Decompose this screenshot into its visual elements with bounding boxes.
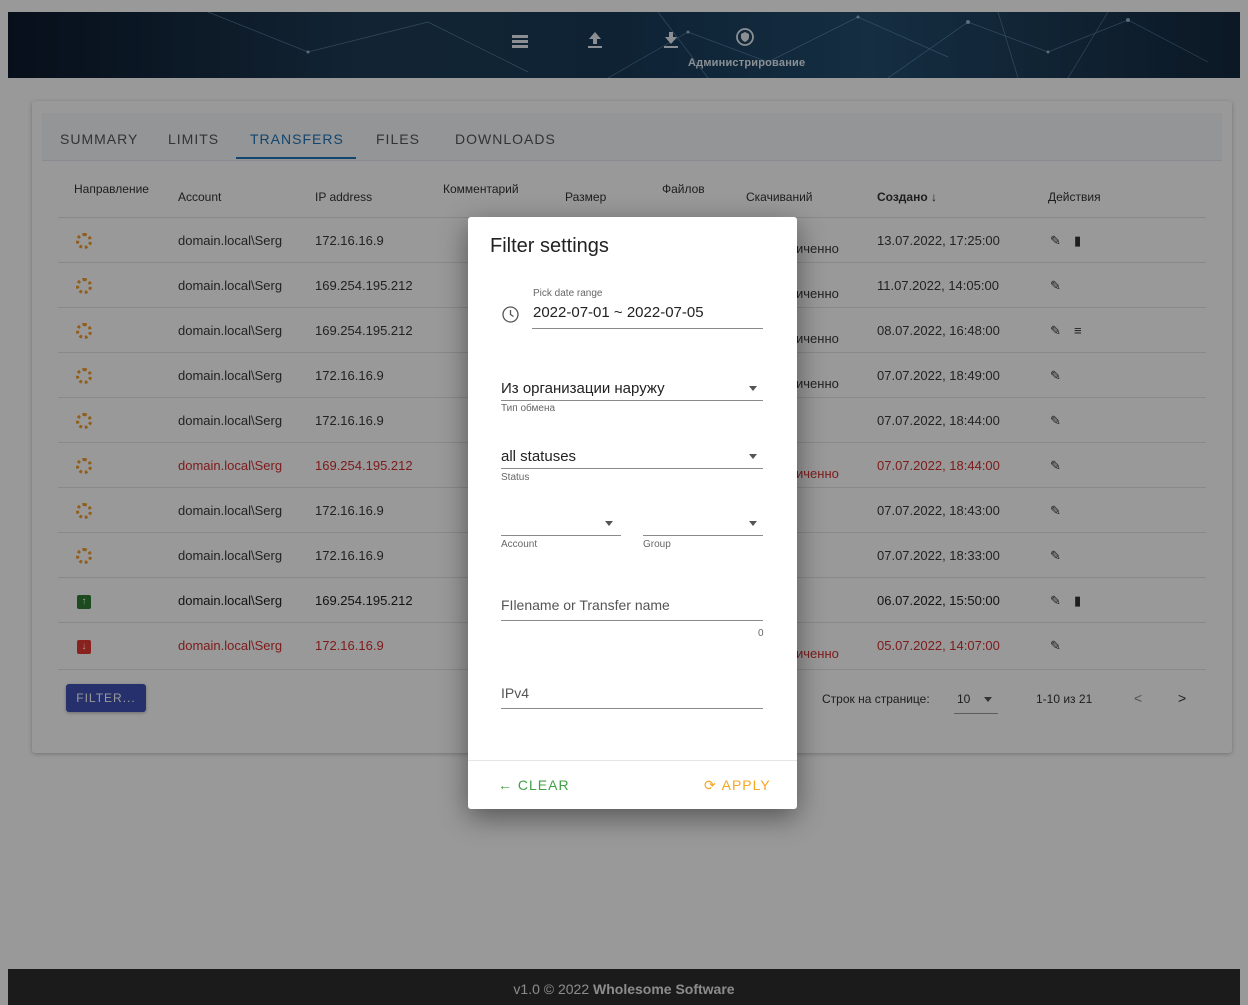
exchange-type-select[interactable]: Из организации наружу xyxy=(501,380,665,397)
group-label: Group xyxy=(643,539,671,550)
exchange-type-dropdown-icon[interactable] xyxy=(749,386,757,391)
filename-char-counter: 0 xyxy=(758,628,764,639)
status-label: Status xyxy=(501,472,530,483)
status-dropdown-icon[interactable] xyxy=(749,454,757,459)
account-dropdown-icon[interactable] xyxy=(605,521,613,526)
exchange-type-underline xyxy=(501,400,763,401)
account-select[interactable] xyxy=(501,535,621,536)
date-range-underline xyxy=(532,328,763,329)
group-select[interactable] xyxy=(643,535,763,536)
exchange-type-label: Тип обмена xyxy=(501,403,556,414)
clear-button[interactable]: ← CLEAR xyxy=(498,777,570,793)
status-select[interactable]: all statuses xyxy=(501,448,576,465)
dialog-actions-divider xyxy=(468,760,797,761)
filename-underline xyxy=(501,620,763,621)
status-underline xyxy=(501,468,763,469)
apply-label: APPLY xyxy=(721,777,771,793)
clock-icon xyxy=(502,306,519,328)
refresh-icon: ⟳ xyxy=(704,777,722,793)
date-range-label: Pick date range xyxy=(533,288,603,299)
group-dropdown-icon[interactable] xyxy=(749,521,757,526)
clear-label: CLEAR xyxy=(517,777,570,793)
apply-button[interactable]: ⟳ APPLY xyxy=(704,777,771,794)
ipv4-underline xyxy=(501,708,763,709)
dialog-title: Filter settings xyxy=(490,235,609,257)
date-range-input[interactable]: 2022-07-01 ~ 2022-07-05 xyxy=(533,304,704,321)
ipv4-input[interactable]: IPv4 xyxy=(501,685,529,701)
account-label: Account xyxy=(501,539,538,550)
arrow-left-icon: ← xyxy=(498,777,518,793)
filter-dialog: Filter settings Pick date range 2022-07-… xyxy=(468,217,797,809)
filename-input[interactable]: FIlename or Transfer name xyxy=(501,597,670,613)
